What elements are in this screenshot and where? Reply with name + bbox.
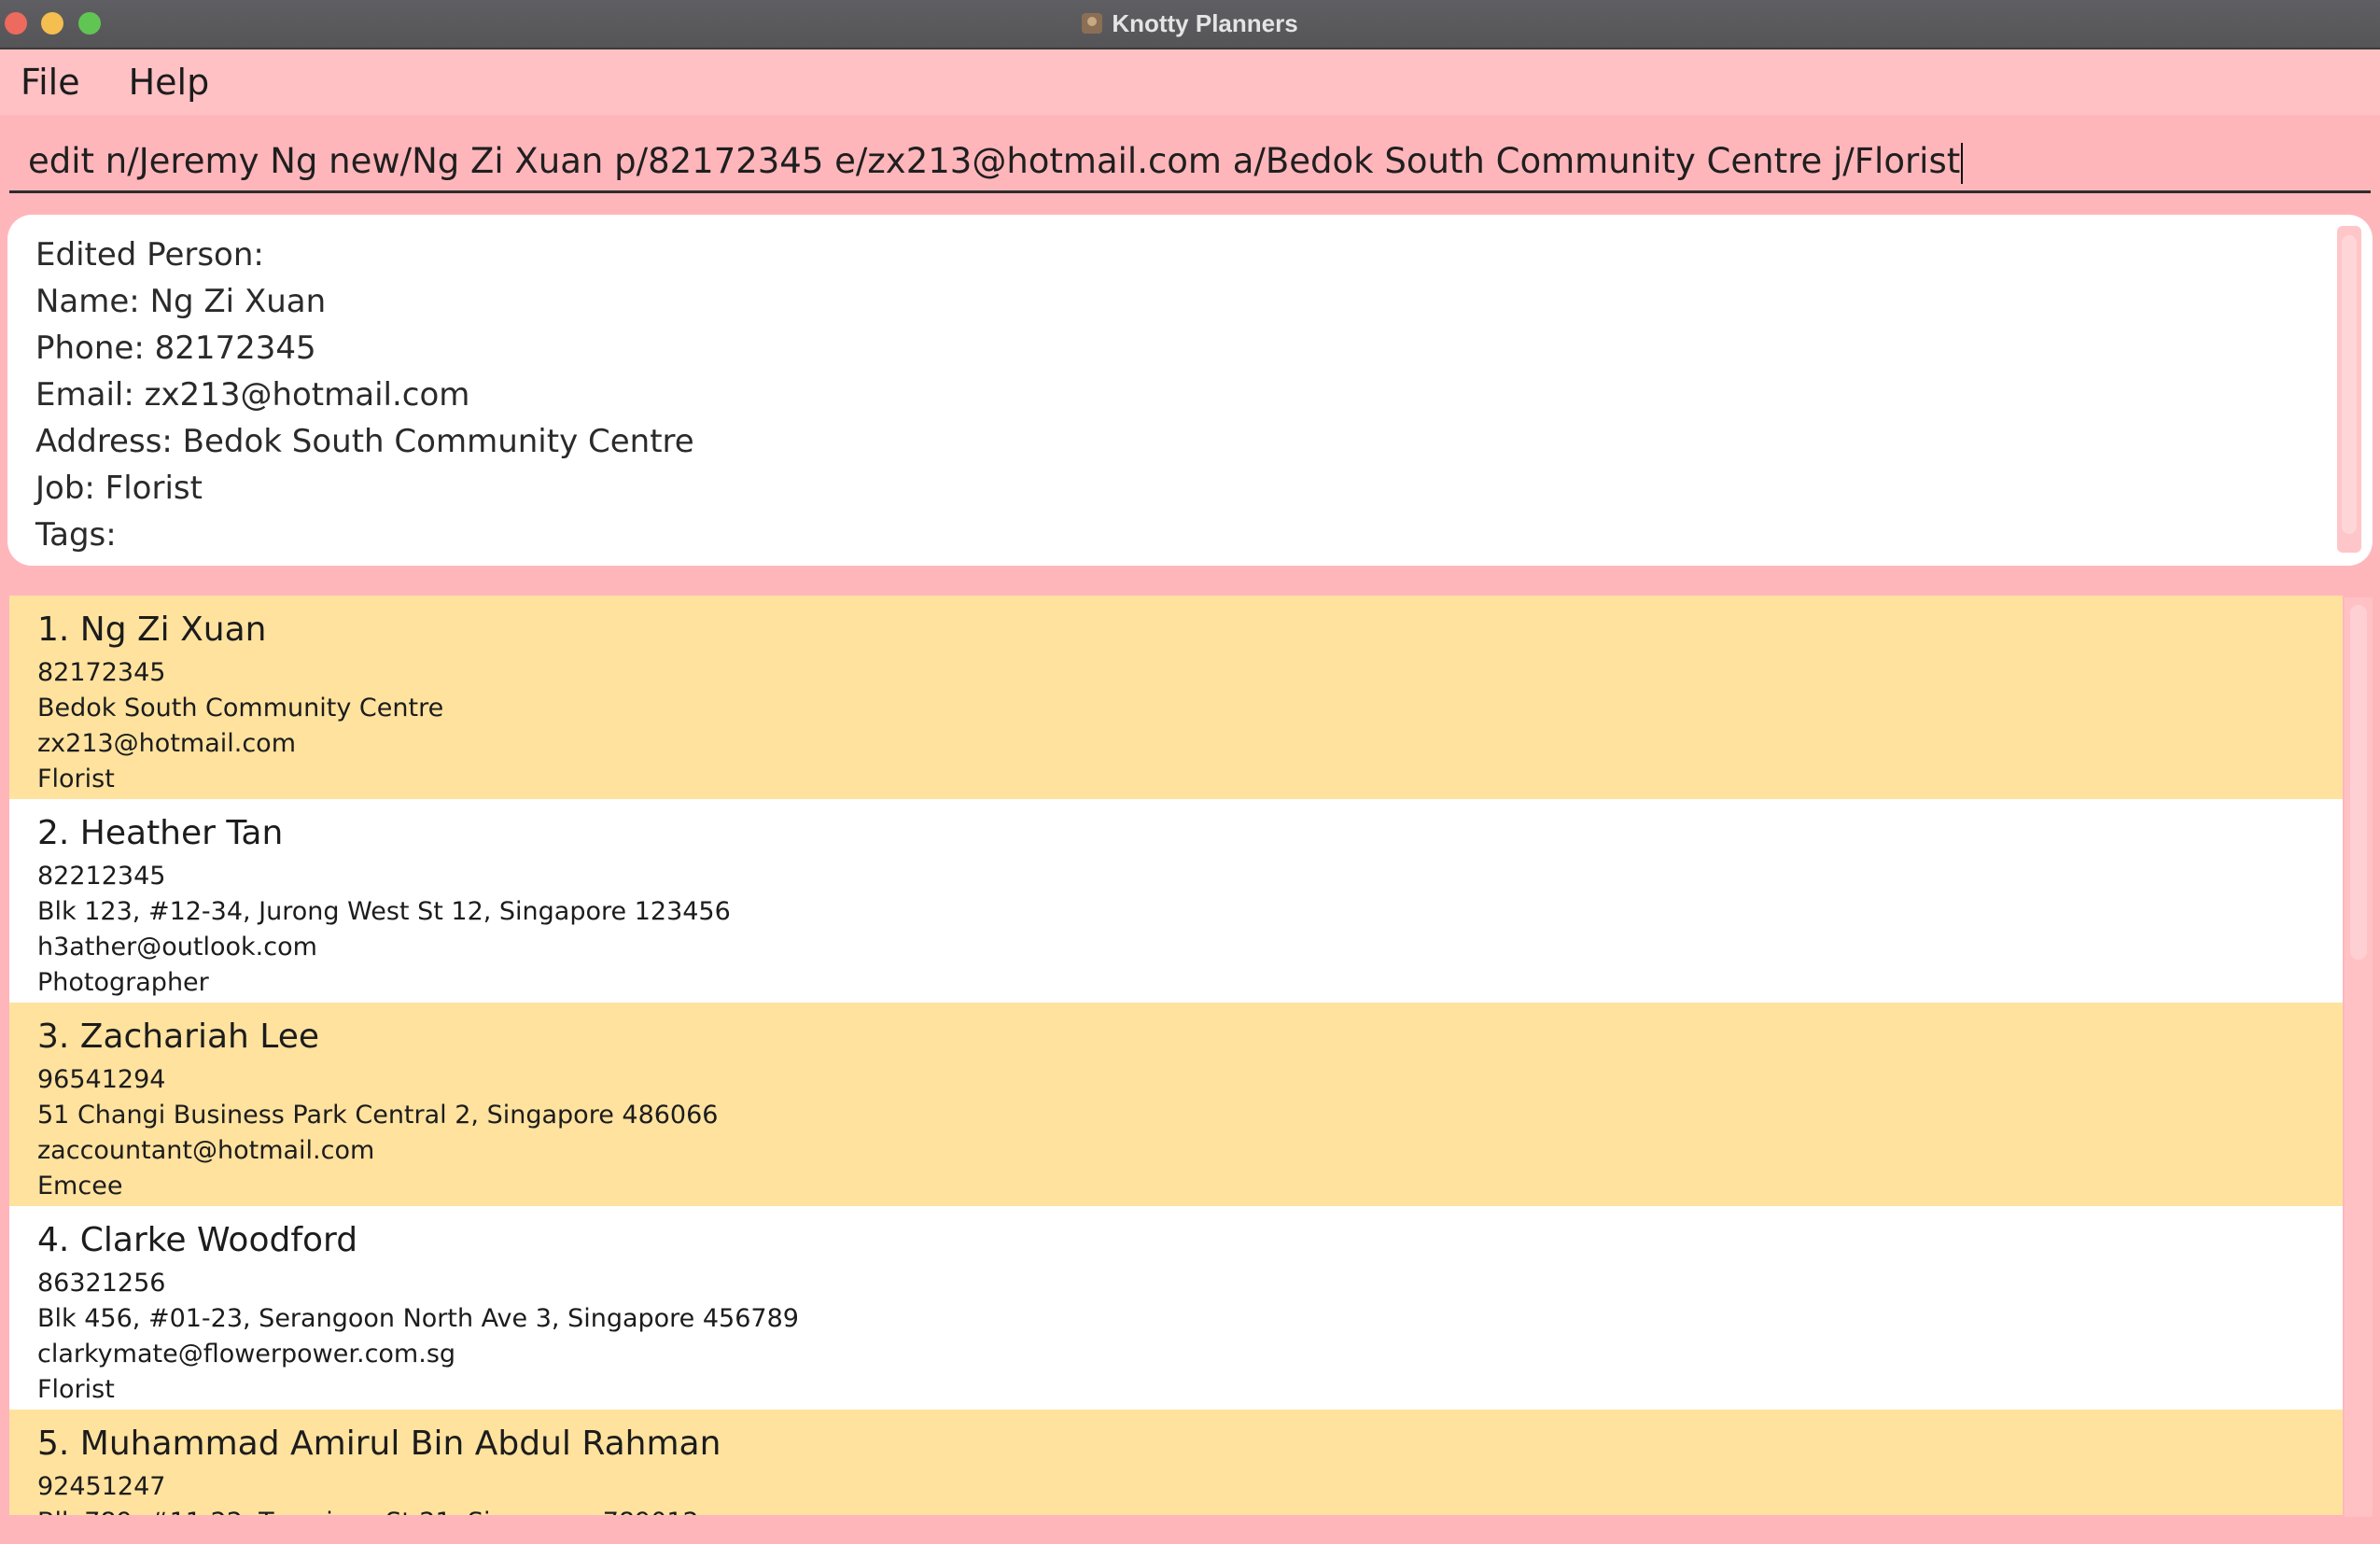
list-scrollbar[interactable] bbox=[2345, 597, 2373, 1517]
app-icon bbox=[1082, 13, 1103, 34]
person-address: Blk 789, #11-22, Tampines St 21, Singapo… bbox=[37, 1505, 2343, 1515]
window-title-bar: Knotty Planners bbox=[0, 0, 2380, 49]
person-card[interactable]: 5. Muhammad Amirul Bin Abdul Rahman 9245… bbox=[9, 1410, 2343, 1515]
person-name: 4. Clarke Woodford bbox=[37, 1221, 358, 1259]
result-line: Phone: 82172345 bbox=[35, 330, 316, 367]
person-name: 3. Zachariah Lee bbox=[37, 1018, 320, 1056]
person-email: h3ather@outlook.com bbox=[37, 933, 317, 961]
person-phone: 92451247 bbox=[37, 1472, 166, 1501]
menu-help[interactable]: Help bbox=[129, 62, 210, 103]
list-scrollbar-thumb[interactable] bbox=[2350, 605, 2367, 960]
result-display: Edited Person: Name: Ng Zi Xuan Phone: 8… bbox=[7, 215, 2373, 566]
person-phone: 96541294 bbox=[37, 1065, 166, 1094]
result-line: Email: zx213@hotmail.com bbox=[35, 376, 470, 414]
person-card[interactable]: 4. Clarke Woodford 86321256 Blk 456, #01… bbox=[9, 1206, 2343, 1410]
person-job: Emcee bbox=[37, 1172, 123, 1200]
person-job: Florist bbox=[37, 765, 115, 793]
command-input[interactable]: edit n/Jeremy Ng new/Ng Zi Xuan p/821723… bbox=[9, 133, 2371, 193]
menu-file[interactable]: File bbox=[21, 62, 80, 103]
person-address: Bedok South Community Centre bbox=[37, 694, 444, 723]
result-scrollbar[interactable] bbox=[2337, 226, 2361, 553]
person-job: Florist bbox=[37, 1375, 115, 1404]
person-name: 1. Ng Zi Xuan bbox=[37, 611, 267, 649]
person-card[interactable]: 1. Ng Zi Xuan 82172345 Bedok South Commu… bbox=[9, 596, 2343, 799]
person-phone: 82212345 bbox=[37, 862, 166, 891]
person-email: zx213@hotmail.com bbox=[37, 729, 297, 758]
text-caret bbox=[1961, 142, 1964, 184]
person-address: Blk 123, #12-34, Jurong West St 12, Sing… bbox=[37, 897, 731, 926]
person-address: Blk 456, #01-23, Serangoon North Ave 3, … bbox=[37, 1304, 799, 1333]
person-list: 1. Ng Zi Xuan 82172345 Bedok South Commu… bbox=[9, 596, 2343, 1515]
result-line: Job: Florist bbox=[35, 470, 203, 507]
window-title: Knotty Planners bbox=[1112, 8, 1298, 37]
person-name: 2. Heather Tan bbox=[37, 814, 284, 852]
result-scrollbar-thumb[interactable] bbox=[2342, 235, 2357, 534]
result-line: Name: Ng Zi Xuan bbox=[35, 283, 327, 320]
person-card[interactable]: 3. Zachariah Lee 96541294 51 Changi Busi… bbox=[9, 1003, 2343, 1206]
command-box: edit n/Jeremy Ng new/Ng Zi Xuan p/821723… bbox=[0, 115, 2380, 213]
menu-bar: File Help bbox=[0, 49, 2380, 115]
person-email: clarkymate@flowerpower.com.sg bbox=[37, 1340, 456, 1369]
command-text: edit n/Jeremy Ng new/Ng Zi Xuan p/821723… bbox=[28, 141, 1961, 181]
person-address: 51 Changi Business Park Central 2, Singa… bbox=[37, 1101, 719, 1130]
person-job: Photographer bbox=[37, 968, 209, 997]
person-card[interactable]: 2. Heather Tan 82212345 Blk 123, #12-34,… bbox=[9, 799, 2343, 1003]
person-phone: 82172345 bbox=[37, 658, 166, 687]
person-email: zaccountant@hotmail.com bbox=[37, 1136, 375, 1165]
person-name: 5. Muhammad Amirul Bin Abdul Rahman bbox=[37, 1425, 721, 1463]
result-line: Edited Person: bbox=[35, 236, 264, 274]
person-phone: 86321256 bbox=[37, 1269, 166, 1298]
result-line: Address: Bedok South Community Centre bbox=[35, 423, 694, 460]
result-line: Tags: bbox=[35, 516, 117, 554]
